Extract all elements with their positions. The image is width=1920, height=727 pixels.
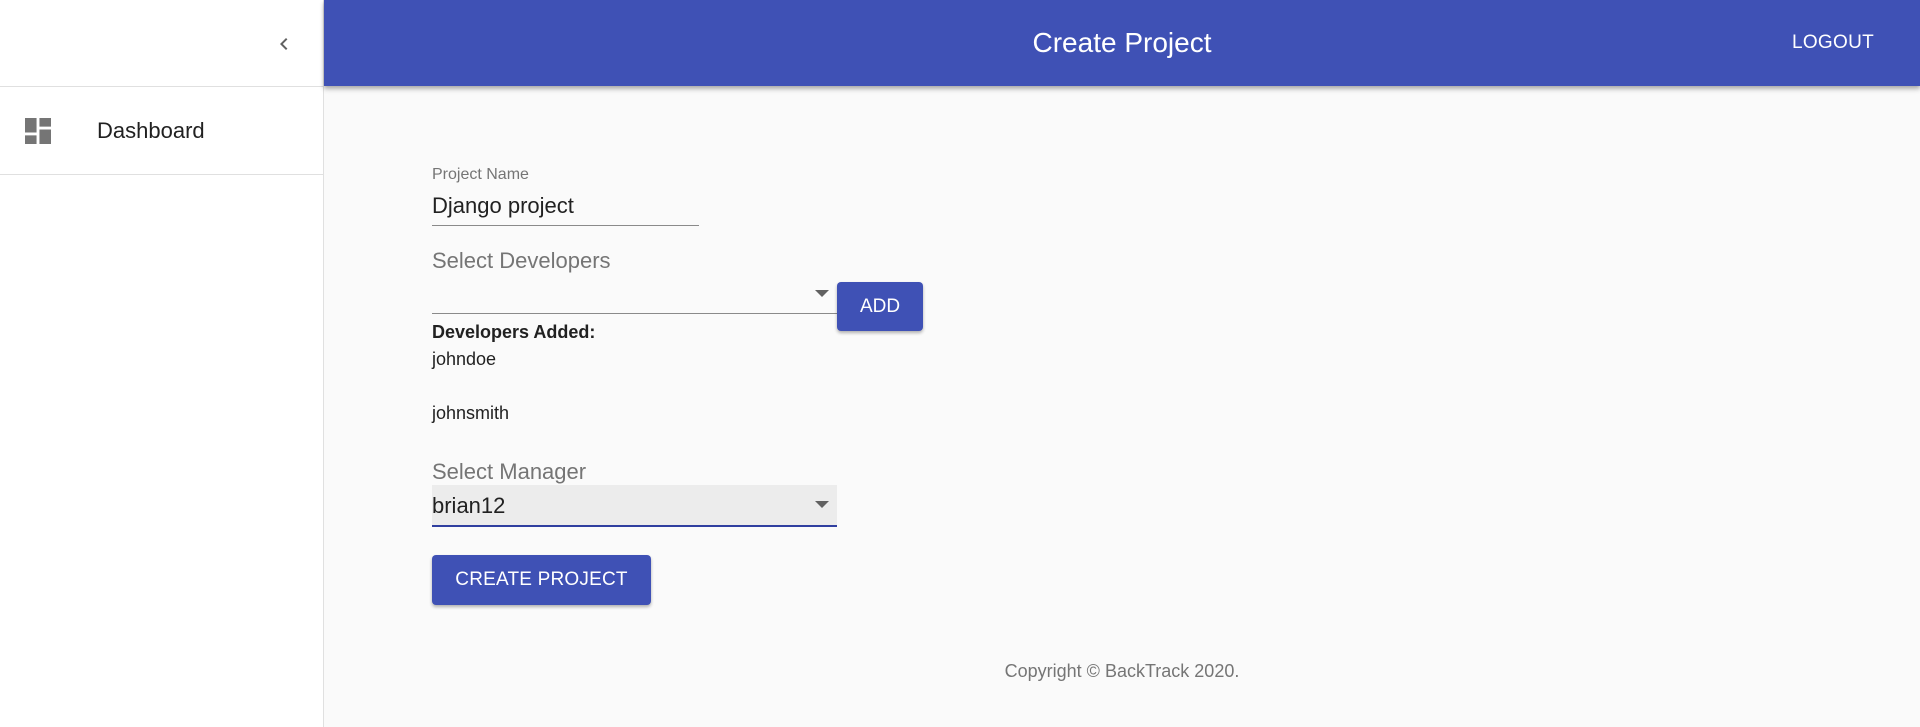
select-manager-value: brian12 xyxy=(432,493,506,518)
logout-button[interactable]: LOGOUT xyxy=(1780,24,1886,62)
developers-added-list: johndoe johnsmith xyxy=(432,349,1032,457)
select-manager-dropdown[interactable]: brian12 xyxy=(432,485,837,527)
select-developers-label: Select Developers xyxy=(432,248,611,273)
dropdown-arrow-icon xyxy=(815,501,829,508)
project-name-label: Project Name xyxy=(432,166,529,183)
copyright-footer: Copyright © BackTrack 2020. xyxy=(1004,661,1240,681)
dropdown-arrow-icon xyxy=(815,290,829,297)
project-name-input[interactable] xyxy=(432,186,699,226)
chevron-left-icon xyxy=(280,38,288,50)
page-title: Create Project xyxy=(1032,27,1212,58)
list-item: johndoe xyxy=(432,349,497,369)
dashboard-icon xyxy=(25,117,51,144)
list-item: johnsmith xyxy=(432,403,510,423)
select-developers-dropdown[interactable] xyxy=(432,274,837,314)
create-project-button[interactable]: CREATE PROJECT xyxy=(432,555,651,605)
sidebar-item-label: Dashboard xyxy=(97,117,205,143)
developers-added-header: Developers Added: xyxy=(432,322,596,342)
add-developer-button[interactable]: ADD xyxy=(837,282,923,331)
app-bar: Create Project LOGOUT xyxy=(324,0,1920,86)
drawer-header xyxy=(0,0,323,87)
sidebar-item-dashboard[interactable]: Dashboard xyxy=(0,87,323,174)
developers-row: Select Developers ADD xyxy=(432,248,1032,331)
collapse-drawer-button[interactable] xyxy=(260,20,308,68)
select-manager-label: Select Manager xyxy=(432,459,587,484)
manager-block: Select Manager brian12 xyxy=(432,459,1032,527)
sidebar-nav: Dashboard xyxy=(0,87,323,175)
create-project-form: Project Name Select Developers ADD Devel… xyxy=(432,166,1032,605)
sidebar-drawer: Dashboard xyxy=(0,0,324,727)
